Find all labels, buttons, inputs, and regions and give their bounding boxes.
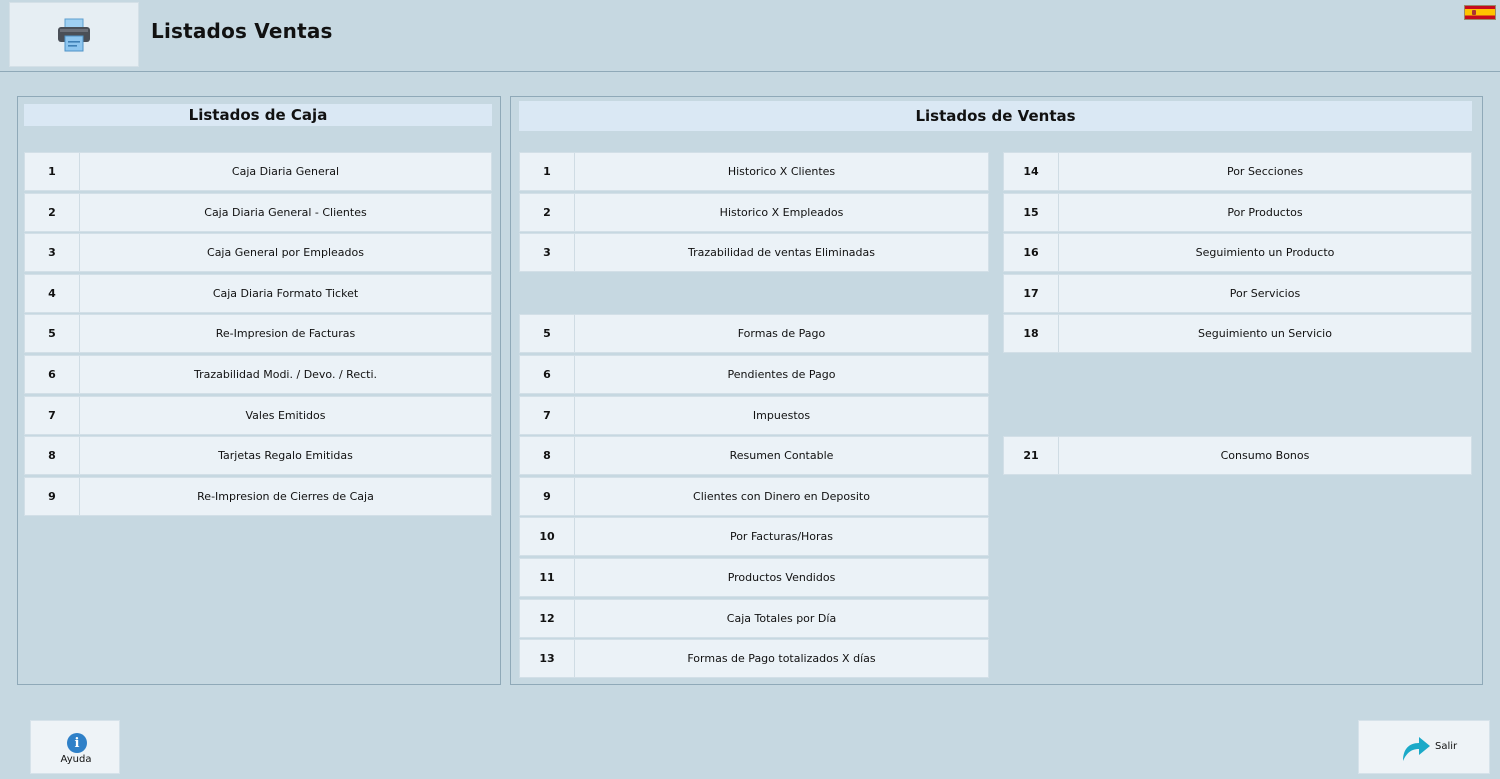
ventas-left-row-number: 13 xyxy=(520,640,575,677)
caja-row-number: 1 xyxy=(25,153,80,190)
ventas-left-row-7[interactable]: 7 Impuestos xyxy=(519,396,989,435)
ventas-right-row-18[interactable]: 18 Seguimiento un Servicio xyxy=(1003,314,1472,353)
caja-row-label: Caja Diaria General xyxy=(231,165,340,178)
caja-row-6[interactable]: 6 Trazabilidad Modi. / Devo. / Recti. xyxy=(24,355,492,394)
ventas-left-row-label: Resumen Contable xyxy=(729,449,834,462)
caja-row-number: 7 xyxy=(25,397,80,434)
page-title: Listados Ventas xyxy=(151,19,333,43)
ventas-right-row-label: Por Secciones xyxy=(1226,165,1304,178)
caja-row-label: Re-Impresion de Facturas xyxy=(215,327,356,340)
panel-title-caja: Listados de Caja xyxy=(24,104,492,126)
panel-title-ventas: Listados de Ventas xyxy=(519,101,1472,131)
ventas-left-row-label: Caja Totales por Día xyxy=(726,612,837,625)
ventas-left-row-number: 1 xyxy=(520,153,575,190)
ventas-right-row-number: 15 xyxy=(1004,194,1059,231)
caja-row-1[interactable]: 1 Caja Diaria General xyxy=(24,152,492,191)
ventas-left-row-label: Historico X Empleados xyxy=(719,206,844,219)
ventas-right-row-label: Por Servicios xyxy=(1229,287,1301,300)
ventas-right-row-21[interactable]: 21 Consumo Bonos xyxy=(1003,436,1472,475)
help-button[interactable]: i Ayuda xyxy=(30,720,120,774)
caja-row-2[interactable]: 2 Caja Diaria General - Clientes xyxy=(24,193,492,232)
ventas-right-row-number: 17 xyxy=(1004,275,1059,312)
ventas-right-row-number: 18 xyxy=(1004,315,1059,352)
ventas-left-row-number: 6 xyxy=(520,356,575,393)
caja-row-3[interactable]: 3 Caja General por Empleados xyxy=(24,233,492,272)
caja-row-number: 2 xyxy=(25,194,80,231)
ventas-left-row-number: 7 xyxy=(520,397,575,434)
printer-icon xyxy=(58,18,90,51)
caja-row-9[interactable]: 9 Re-Impresion de Cierres de Caja xyxy=(24,477,492,516)
ventas-left-row-label: Productos Vendidos xyxy=(727,571,836,584)
ventas-left-row-number: 10 xyxy=(520,518,575,555)
ventas-right-row-label: Seguimiento un Servicio xyxy=(1198,327,1332,340)
ventas-left-row-number: 5 xyxy=(520,315,575,352)
caja-row-8[interactable]: 8 Tarjetas Regalo Emitidas xyxy=(24,436,492,475)
ventas-left-row-11[interactable]: 11 Productos Vendidos xyxy=(519,558,989,597)
ventas-left-row-label: Formas de Pago totalizados X días xyxy=(687,652,876,665)
ventas-right-row-number: 16 xyxy=(1004,234,1059,271)
ventas-left-row-3[interactable]: 3 Trazabilidad de ventas Eliminadas xyxy=(519,233,989,272)
header-bar: Listados Ventas xyxy=(0,0,1500,72)
ventas-left-row-5[interactable]: 5 Formas de Pago xyxy=(519,314,989,353)
ventas-left-row-label: Por Facturas/Horas xyxy=(729,530,834,543)
caja-row-label: Re-Impresion de Cierres de Caja xyxy=(197,490,374,503)
exit-arrow-icon xyxy=(1403,737,1430,761)
ventas-right-row-15[interactable]: 15 Por Productos xyxy=(1003,193,1472,232)
panel-listados-caja: Listados de Caja 1 Caja Diaria General 2 Ca… xyxy=(17,96,501,685)
ventas-left-row-label: Trazabilidad de ventas Eliminadas xyxy=(687,246,875,259)
exit-label: Salir xyxy=(1435,741,1458,752)
ventas-left-row-label: Pendientes de Pago xyxy=(727,368,836,381)
caja-row-number: 3 xyxy=(25,234,80,271)
ventas-right-row-label: Consumo Bonos xyxy=(1220,449,1310,462)
ventas-left-row-number: 12 xyxy=(520,600,575,637)
caja-row-7[interactable]: 7 Vales Emitidos xyxy=(24,396,492,435)
ventas-left-row-label: Clientes con Dinero en Deposito xyxy=(693,490,870,503)
ventas-left-row-number: 11 xyxy=(520,559,575,596)
flag-crest xyxy=(1472,10,1476,15)
ventas-left-row-13[interactable]: 13 Formas de Pago totalizados X días xyxy=(519,639,989,678)
ventas-left-row-6[interactable]: 6 Pendientes de Pago xyxy=(519,355,989,394)
caja-row-label: Caja General por Empleados xyxy=(207,246,364,259)
caja-row-number: 4 xyxy=(25,275,80,312)
caja-row-4[interactable]: 4 Caja Diaria Formato Ticket xyxy=(24,274,492,313)
ventas-left-row-number: 8 xyxy=(520,437,575,474)
ventas-right-row-label: Seguimiento un Producto xyxy=(1195,246,1335,259)
caja-row-label: Caja Diaria General - Clientes xyxy=(204,206,367,219)
ventas-left-row-label: Historico X Clientes xyxy=(727,165,836,178)
ventas-right-row-17[interactable]: 17 Por Servicios xyxy=(1003,274,1472,313)
info-icon: i xyxy=(67,733,87,753)
caja-row-number: 9 xyxy=(25,478,80,515)
ventas-left-row-2[interactable]: 2 Historico X Empleados xyxy=(519,193,989,232)
caja-row-number: 8 xyxy=(25,437,80,474)
caja-row-number: 5 xyxy=(25,315,80,352)
ventas-right-row-label: Por Productos xyxy=(1227,206,1303,219)
ventas-left-row-9[interactable]: 9 Clientes con Dinero en Deposito xyxy=(519,477,989,516)
ventas-left-row-number: 3 xyxy=(520,234,575,271)
caja-row-5[interactable]: 5 Re-Impresion de Facturas xyxy=(24,314,492,353)
ventas-left-row-10[interactable]: 10 Por Facturas/Horas xyxy=(519,517,989,556)
help-label: Ayuda xyxy=(60,754,92,765)
ventas-left-row-1[interactable]: 1 Historico X Clientes xyxy=(519,152,989,191)
caja-row-label: Trazabilidad Modi. / Devo. / Recti. xyxy=(194,368,377,381)
ventas-right-row-number: 14 xyxy=(1004,153,1059,190)
caja-row-label: Tarjetas Regalo Emitidas xyxy=(218,449,353,462)
ventas-left-row-12[interactable]: 12 Caja Totales por Día xyxy=(519,599,989,638)
app-icon-box xyxy=(9,2,139,67)
exit-button[interactable]: Salir xyxy=(1358,720,1490,774)
ventas-right-row-14[interactable]: 14 Por Secciones xyxy=(1003,152,1472,191)
ventas-left-row-number: 9 xyxy=(520,478,575,515)
ventas-right-row-number: 21 xyxy=(1004,437,1059,474)
ventas-left-row-label: Impuestos xyxy=(752,409,811,422)
spain-flag-icon[interactable] xyxy=(1464,5,1496,20)
caja-row-label: Caja Diaria Formato Ticket xyxy=(212,287,359,300)
ventas-left-row-number: 2 xyxy=(520,194,575,231)
ventas-left-row-8[interactable]: 8 Resumen Contable xyxy=(519,436,989,475)
panel-listados-ventas: Listados de Ventas 1 Historico X Clientes… xyxy=(510,96,1483,685)
caja-row-label: Vales Emitidos xyxy=(245,409,326,422)
caja-row-number: 6 xyxy=(25,356,80,393)
ventas-left-row-label: Formas de Pago xyxy=(737,327,826,340)
ventas-right-row-16[interactable]: 16 Seguimiento un Producto xyxy=(1003,233,1472,272)
